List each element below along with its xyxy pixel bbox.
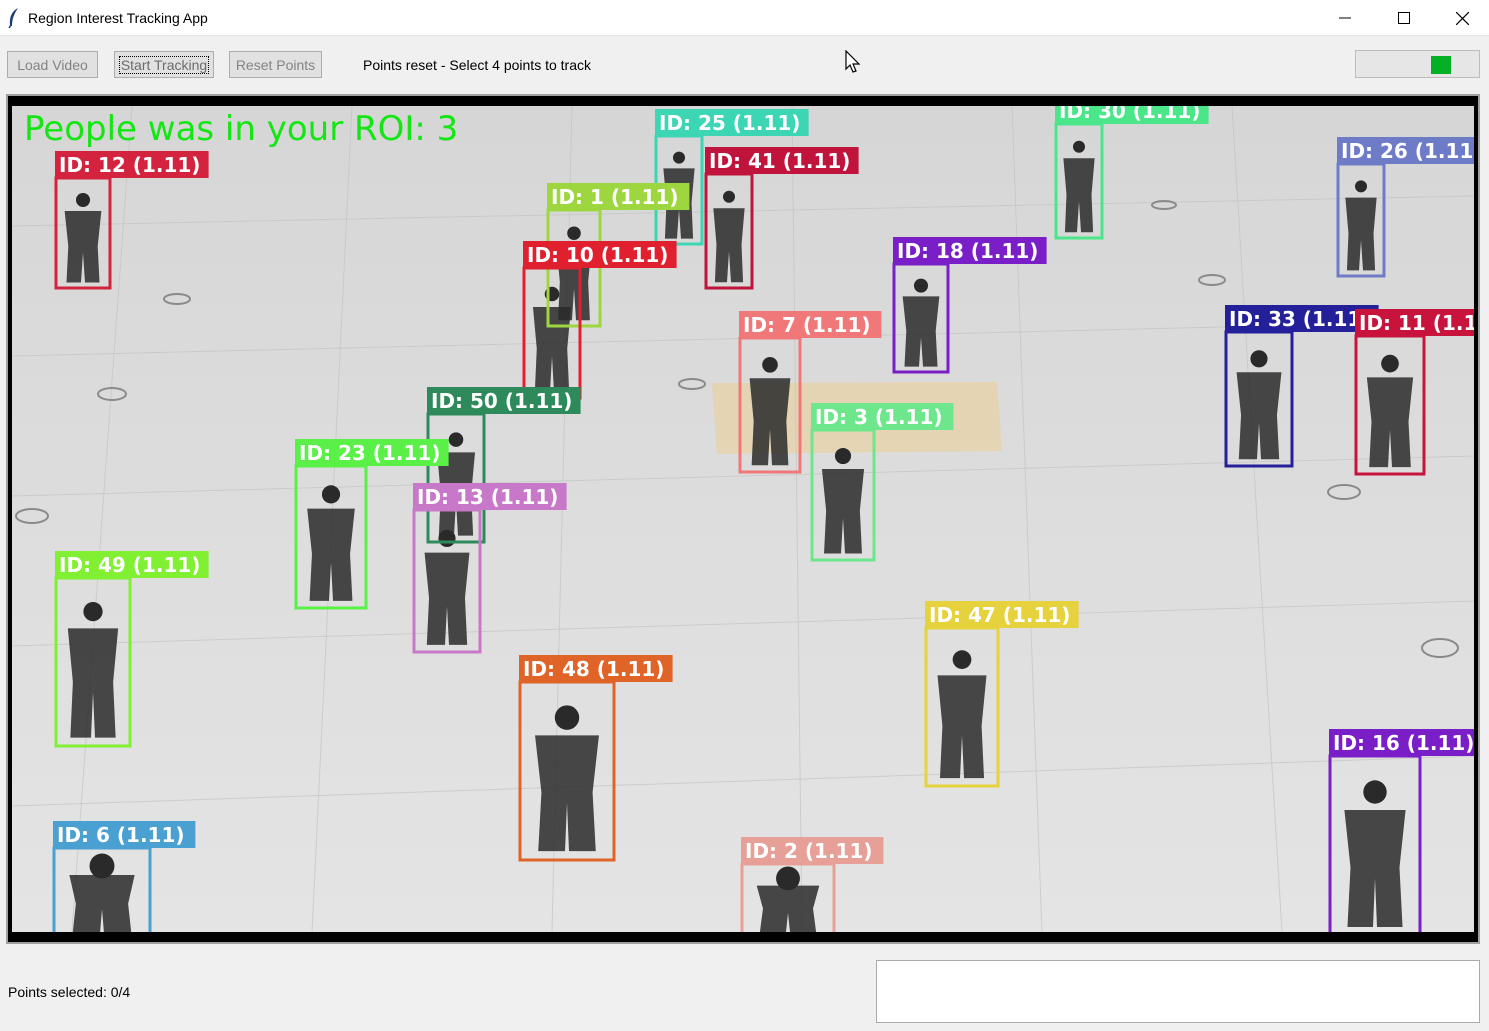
pedestrian-head [321,485,341,504]
pedestrian-head [89,853,115,879]
detection-label: ID: 3 (1.11) [815,405,943,429]
detection-label: ID: 41 (1.11) [709,149,850,173]
start-tracking-button[interactable]: Start Tracking [114,51,214,78]
floor-background [12,106,1474,932]
pedestrian-head [1355,180,1367,193]
pedestrian-head [1381,354,1399,373]
info-panel [876,960,1480,1023]
minimize-button[interactable] [1316,0,1374,36]
roi-count-overlay: People was in your ROI: 3 [24,109,458,149]
pedestrian-head [913,278,929,293]
detection-label: ID: 10 (1.11) [527,243,668,267]
detection-label: ID: 11 (1.1 [1359,311,1474,335]
pedestrian-head [762,357,778,373]
pedestrian-head [75,192,91,208]
detection-label: ID: 16 (1.11) [1333,731,1474,755]
pedestrian-head [554,705,580,730]
load-video-button[interactable]: Load Video [7,51,98,78]
pedestrian-head [83,601,103,622]
video-frame: ID: 12 (1.11) ID: 25 (1.11) ID: 41 (1.11) I… [6,94,1480,944]
pedestrian-head [1250,350,1268,368]
detection-label: ID: 23 (1.11) [299,441,440,465]
detection-label: ID: 47 (1.11) [929,603,1070,627]
window-title: Region Interest Tracking App [28,10,208,26]
close-icon [1455,11,1469,25]
pedestrian-head [952,650,972,669]
detection-label: ID: 50 (1.11) [431,389,572,413]
maximize-button[interactable] [1375,0,1433,36]
pedestrian-head [1073,140,1085,153]
minimize-icon [1339,17,1351,19]
detection-label: ID: 1 (1.11) [551,185,679,209]
feather-icon [8,8,18,29]
pedestrian-head [673,151,685,164]
detection-label: ID: 25 (1.11) [659,111,800,135]
pedestrian-head [834,447,852,465]
detection-label: ID: 26 (1.11) [1341,139,1474,163]
progress-fill [1431,56,1451,74]
mouse-cursor-icon [845,50,861,73]
detection-label: ID: 7 (1.11) [743,313,871,337]
pedestrian-head [723,190,735,203]
detection-label: ID: 6 (1.11) [57,823,185,847]
detection-label: ID: 13 (1.11) [417,485,558,509]
detection-label: ID: 2 (1.11) [745,839,873,863]
pedestrian-head [567,226,581,240]
close-button[interactable] [1433,0,1489,36]
title-bar: Region Interest Tracking App [0,0,1489,36]
pedestrian-head [438,529,456,547]
toolbar: Load Video Start Tracking Reset Points P… [0,37,1489,93]
reset-points-button[interactable]: Reset Points [229,51,322,78]
detection-label: ID: 49 (1.11) [59,553,200,577]
start-tracking-label: Start Tracking [118,55,210,74]
pedestrian-head [1363,780,1387,804]
maximize-icon [1398,12,1410,24]
detection-label: ID: 33 (1.11) [1229,307,1370,331]
points-selected-label: Points selected: 0/4 [8,984,131,1000]
progress-bar [1355,50,1480,78]
status-message: Points reset - Select 4 points to track [363,57,591,73]
video-canvas[interactable]: ID: 12 (1.11) ID: 25 (1.11) ID: 41 (1.11) I… [12,106,1474,932]
detection-label: ID: 12 (1.11) [59,153,200,177]
detection-label: ID: 48 (1.11) [523,657,664,681]
detection-label: ID: 30 (1.11) [1059,106,1200,123]
pedestrian-head [448,432,464,447]
video-frame-image: ID: 12 (1.11) ID: 25 (1.11) ID: 41 (1.11) I… [12,106,1474,932]
detection-label: ID: 18 (1.11) [897,239,1038,263]
